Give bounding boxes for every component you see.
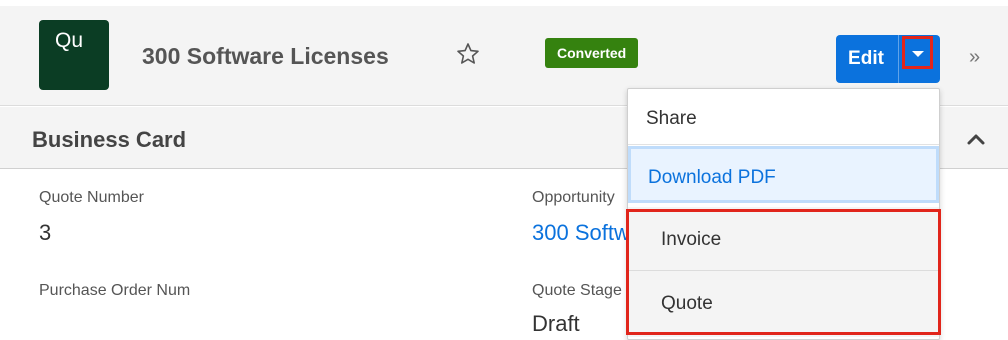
caret-down-icon[interactable] — [912, 51, 924, 57]
quote-stage-value: Draft — [532, 311, 580, 336]
star-icon[interactable] — [456, 42, 480, 66]
record-title: 300 Software Licenses — [142, 43, 389, 69]
double-chevron-right-icon[interactable]: » — [969, 46, 980, 69]
module-badge: Qu — [39, 20, 109, 90]
menu-item-invoice[interactable]: Invoice — [628, 207, 939, 271]
edit-button[interactable]: Edit — [836, 35, 896, 83]
opportunity-label: Opportunity — [532, 189, 615, 206]
button-divider — [898, 35, 899, 83]
section-title: Business Card — [32, 127, 187, 152]
quote-number-label: Quote Number — [39, 189, 144, 206]
status-badge: Converted — [545, 38, 639, 68]
quote-stage-label: Quote Stage — [532, 282, 622, 299]
purchase-order-label: Purchase Order Num — [39, 282, 191, 299]
chevron-up-icon[interactable] — [966, 131, 986, 147]
module-abbreviation: Qu — [55, 29, 84, 52]
menu-item-share[interactable]: Share — [628, 89, 939, 145]
menu-item-download-pdf[interactable]: Download PDF — [628, 146, 939, 203]
menu-item-quote[interactable]: Quote — [628, 271, 939, 337]
quote-number-value: 3 — [39, 220, 52, 245]
actions-dropdown-menu: Share Download PDF Invoice Quote — [627, 88, 940, 340]
record-view: Qu 300 Software Licenses Converted Edit … — [0, 0, 1008, 340]
